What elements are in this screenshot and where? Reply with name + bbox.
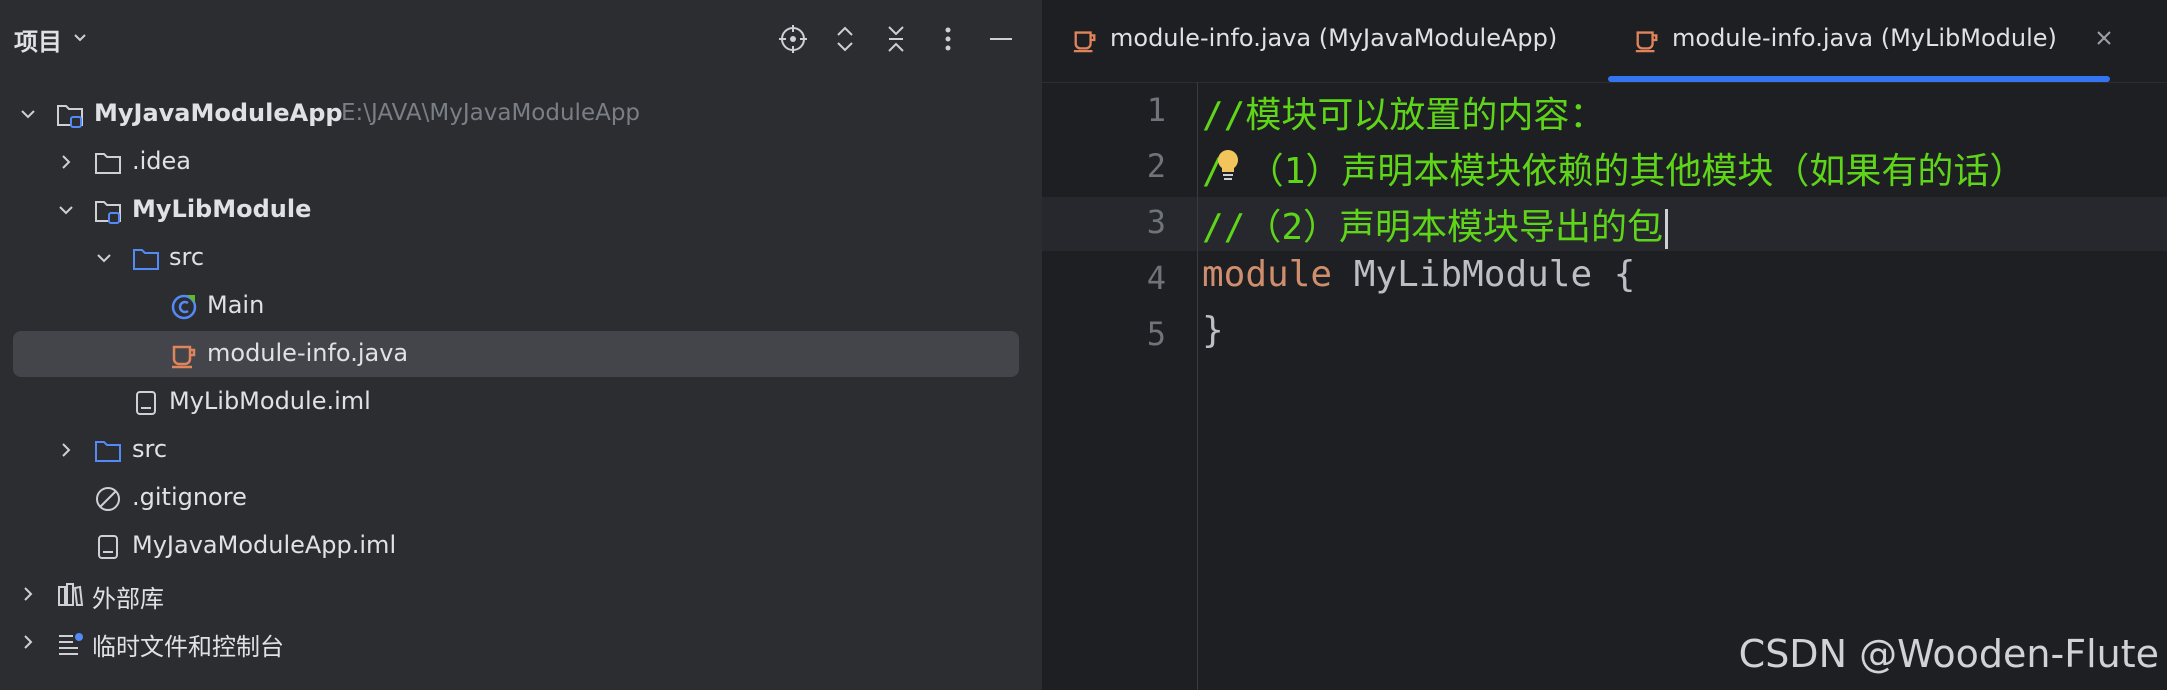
tree-item-myjavamoduleapp-iml[interactable]: MyJavaModuleApp.iml bbox=[0, 523, 1042, 569]
code-line-4[interactable]: module MyLibModule { bbox=[1202, 254, 1635, 295]
selection-highlight bbox=[13, 331, 1019, 377]
code-line-1[interactable]: //模块可以放置的内容： bbox=[1202, 86, 1605, 138]
expand-all-icon[interactable] bbox=[828, 22, 862, 56]
close-icon[interactable] bbox=[2092, 26, 2116, 50]
code-line-3[interactable]: //（2）声明本模块导出的包 bbox=[1202, 198, 1669, 250]
code-text: } bbox=[1202, 310, 1224, 351]
ignored-file-icon bbox=[96, 487, 120, 511]
tree-item-label: .idea bbox=[132, 147, 192, 175]
chevron-right-icon[interactable] bbox=[18, 584, 38, 604]
java-class-runnable-icon bbox=[171, 294, 197, 320]
source-folder-icon bbox=[133, 249, 159, 270]
tree-item-label: src bbox=[169, 243, 205, 271]
watermark: CSDN @Wooden-Flute bbox=[1738, 632, 2159, 676]
line-number: 2 bbox=[1146, 147, 1166, 185]
editor-panel: module-info.java (MyJavaModuleApp) modul… bbox=[1042, 0, 2167, 690]
library-icon bbox=[58, 583, 84, 606]
module-folder-icon bbox=[95, 201, 121, 224]
more-options-icon[interactable] bbox=[931, 22, 965, 56]
comment-text: （1）声明本模块依赖的其他模块（如果有的话） bbox=[1247, 151, 2026, 192]
tree-item-gitignore[interactable]: .gitignore bbox=[0, 475, 1042, 521]
tree-item-mylibmodule-src[interactable]: src bbox=[0, 235, 1042, 281]
project-panel-title[interactable]: 项目 bbox=[14, 22, 62, 57]
tree-item-src[interactable]: src bbox=[0, 427, 1042, 473]
tree-item-label: MyJavaModuleApp.iml bbox=[132, 531, 397, 559]
text-caret bbox=[1665, 209, 1669, 249]
locate-icon[interactable] bbox=[776, 22, 810, 56]
lightbulb-icon[interactable] bbox=[1214, 148, 1242, 182]
chevron-down-icon[interactable] bbox=[94, 248, 114, 268]
tab-module-info-mylibmodule[interactable]: module-info.java (MyLibModule) bbox=[1608, 0, 2148, 82]
line-number: 1 bbox=[1146, 91, 1166, 129]
tree-item-scratches-consoles[interactable]: 临时文件和控制台 bbox=[0, 619, 1042, 665]
tree-item-label: Main bbox=[207, 291, 265, 319]
comment-text: //模块可以放置的内容： bbox=[1202, 95, 1606, 136]
chevron-right-icon[interactable] bbox=[18, 632, 38, 652]
tree-item-label: src bbox=[132, 435, 168, 463]
tree-item-main[interactable]: Main bbox=[0, 283, 1042, 329]
chevron-right-icon[interactable] bbox=[56, 440, 76, 460]
active-tab-indicator bbox=[1608, 76, 2110, 82]
tree-item-label: 临时文件和控制台 bbox=[92, 633, 284, 661]
tree-item-myjavamoduleapp[interactable]: MyJavaModuleApp E:\JAVA\MyJavaModuleApp bbox=[0, 91, 1042, 137]
tab-label: module-info.java (MyJavaModuleApp) bbox=[1110, 24, 1558, 52]
tree-item-idea[interactable]: .idea bbox=[0, 139, 1042, 185]
code-line-5[interactable]: } bbox=[1202, 310, 1224, 351]
java-file-icon bbox=[172, 345, 196, 369]
tree-item-label: MyLibModule bbox=[132, 195, 312, 223]
comment-text: //（2）声明本模块导出的包 bbox=[1202, 207, 1664, 248]
collapse-all-icon[interactable] bbox=[879, 22, 913, 56]
tree-item-label: MyJavaModuleApp bbox=[94, 99, 343, 127]
source-folder-icon bbox=[95, 441, 121, 462]
iml-file-icon bbox=[136, 391, 156, 415]
chevron-down-icon[interactable] bbox=[18, 104, 38, 124]
module-folder-icon bbox=[57, 105, 83, 128]
iml-file-icon bbox=[98, 535, 118, 559]
minimize-icon[interactable] bbox=[984, 22, 1018, 56]
tab-label: module-info.java (MyLibModule) bbox=[1672, 24, 2057, 52]
java-file-icon bbox=[1073, 31, 1096, 53]
tab-module-info-myjavamoduleapp[interactable]: module-info.java (MyJavaModuleApp) bbox=[1042, 0, 1608, 82]
scratches-icon bbox=[59, 633, 83, 655]
chevron-down-icon[interactable] bbox=[56, 200, 76, 220]
chevron-down-icon[interactable] bbox=[72, 30, 88, 46]
tree-item-label: .gitignore bbox=[132, 483, 247, 511]
ide-window: 项目 MyJavaModuleApp E:\JAVA\MyJavaModuleA… bbox=[0, 0, 2167, 690]
code-text: MyLibModule { bbox=[1332, 254, 1636, 295]
tree-item-mylibmodule-iml[interactable]: MyLibModule.iml bbox=[0, 379, 1042, 425]
line-number: 3 bbox=[1146, 203, 1166, 241]
tree-item-label: 外部库 bbox=[92, 585, 164, 613]
line-number: 5 bbox=[1146, 315, 1166, 353]
project-panel: 项目 MyJavaModuleApp E:\JAVA\MyJavaModuleA… bbox=[0, 0, 1042, 690]
tree-item-label: module-info.java bbox=[207, 339, 409, 367]
tree-item-module-info[interactable]: module-info.java bbox=[0, 331, 1042, 377]
project-panel-header: 项目 bbox=[0, 0, 1042, 82]
code-line-2[interactable]: / （1）声明本模块依赖的其他模块（如果有的话） bbox=[1202, 142, 2025, 194]
chevron-right-icon[interactable] bbox=[56, 152, 76, 172]
folder-icon bbox=[95, 153, 121, 174]
tree-item-external-libraries[interactable]: 外部库 bbox=[0, 571, 1042, 617]
tree-item-mylibmodule[interactable]: MyLibModule bbox=[0, 187, 1042, 233]
keyword-text: module bbox=[1202, 254, 1333, 295]
editor-tabs: module-info.java (MyJavaModuleApp) modul… bbox=[1042, 0, 2167, 83]
tree-item-path: E:\JAVA\MyJavaModuleApp bbox=[341, 100, 641, 126]
line-number: 4 bbox=[1146, 259, 1166, 297]
java-file-icon bbox=[1635, 31, 1658, 53]
tree-item-label: MyLibModule.iml bbox=[169, 387, 371, 415]
